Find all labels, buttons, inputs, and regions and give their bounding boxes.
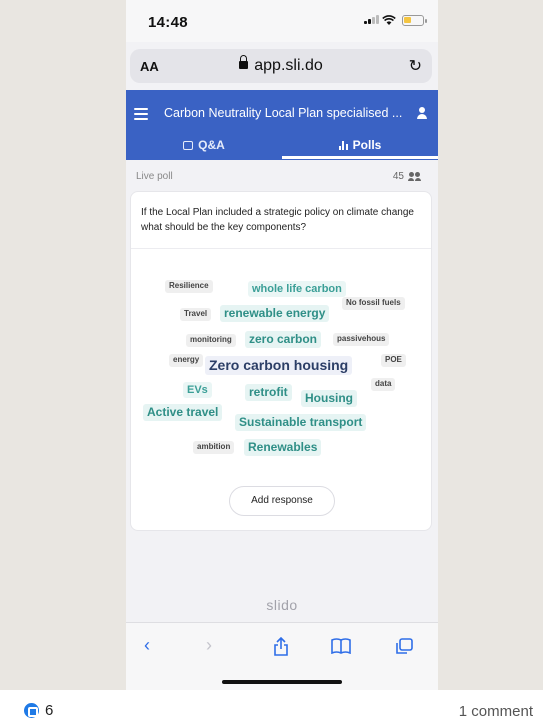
chat-icon — [183, 141, 194, 150]
word-cloud-item: Housing — [301, 390, 357, 408]
slido-logo: slido — [266, 597, 298, 613]
bookmarks-icon[interactable] — [326, 638, 356, 659]
tabs-icon[interactable] — [389, 638, 419, 660]
poll-card: If the Local Plan included a strategic p… — [130, 191, 432, 531]
tab-polls[interactable]: Polls — [282, 138, 438, 159]
word-cloud-item: Zero carbon housing — [205, 356, 353, 376]
word-cloud-item: retrofit — [245, 384, 292, 402]
like-icon — [24, 703, 39, 718]
word-cloud-item: Active travel — [143, 404, 223, 422]
app-header: Carbon Neutrality Local Plan specialised… — [126, 90, 438, 160]
word-cloud-item: Travel — [180, 308, 212, 321]
forward-arrow-icon[interactable]: › — [194, 635, 224, 656]
divider — [131, 248, 431, 249]
word-cloud-item: POE — [381, 354, 406, 367]
word-cloud-item: passivehous — [333, 333, 390, 346]
word-cloud-item: ambition — [193, 441, 235, 454]
user-icon[interactable] — [416, 107, 428, 119]
event-title: Carbon Neutrality Local Plan specialised… — [164, 106, 403, 120]
reaction-count: 6 — [45, 702, 54, 719]
url-text: app.sli.do — [254, 57, 323, 74]
home-indicator — [222, 680, 342, 684]
reaction-summary[interactable]: 6 — [24, 702, 53, 719]
word-cloud-item: EVs — [183, 382, 212, 399]
share-icon[interactable] — [266, 636, 296, 661]
status-bar: 14:48 — [126, 0, 438, 42]
cellular-signal-icon — [364, 15, 379, 24]
participant-count: 45 — [392, 171, 404, 182]
tab-qa-label: Q&A — [198, 138, 225, 152]
word-cloud-item: No fossil fuels — [342, 297, 405, 310]
back-arrow-icon[interactable]: ‹ — [132, 635, 162, 656]
word-cloud-item: energy — [169, 354, 204, 367]
word-cloud-item: whole life carbon — [248, 281, 346, 298]
participants-icon — [408, 172, 422, 182]
live-poll-bar: Live poll 45 — [126, 168, 438, 188]
wifi-icon — [382, 15, 396, 26]
word-cloud-item: zero carbon — [245, 331, 322, 349]
word-cloud-item: monitoring — [186, 334, 236, 347]
word-cloud-item: Sustainable transport — [235, 414, 367, 432]
live-poll-label: Live poll — [136, 171, 173, 182]
comments-link[interactable]: 1 comment — [459, 703, 533, 720]
poll-question: If the Local Plan included a strategic p… — [141, 207, 414, 233]
bar-chart-icon — [338, 141, 348, 150]
address-bar[interactable]: AA app.sli.do ↻ — [130, 49, 432, 83]
phone-screen: 14:48 AA app.sli.do ↻ Carbon Neutrality … — [126, 0, 438, 690]
add-response-button[interactable]: Add response — [229, 486, 335, 516]
word-cloud-item: Renewables — [244, 439, 322, 457]
tab-qa[interactable]: Q&A — [126, 138, 282, 152]
url-display[interactable]: app.sli.do — [130, 55, 432, 75]
reload-icon[interactable]: ↻ — [409, 56, 422, 76]
word-cloud-item: data — [371, 378, 396, 391]
lock-icon — [239, 55, 249, 69]
word-cloud-item: renewable energy — [220, 305, 330, 323]
battery-icon — [402, 15, 427, 26]
word-cloud-item: Resilience — [165, 280, 213, 293]
tab-polls-label: Polls — [352, 138, 382, 152]
menu-icon[interactable] — [134, 108, 148, 123]
status-time: 14:48 — [148, 14, 188, 31]
